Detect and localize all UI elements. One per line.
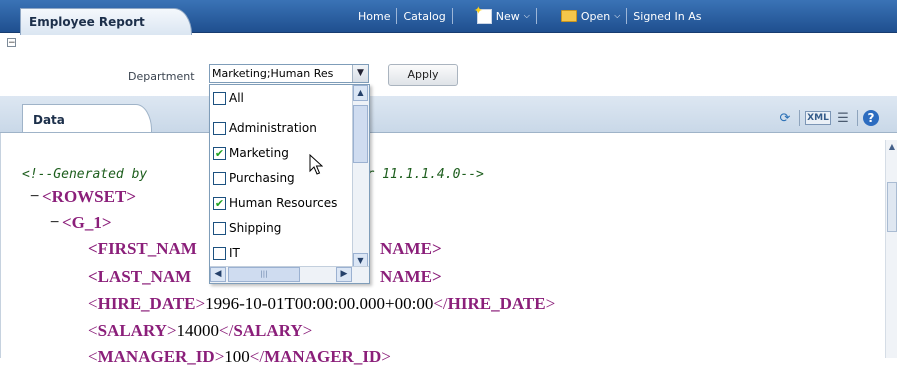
new-menu-label: New [495, 9, 520, 23]
home-link[interactable]: Home [352, 10, 396, 23]
report-title: Employee Report [29, 15, 145, 29]
signed-in-label[interactable]: Signed In As [627, 10, 707, 23]
xml-comment-start: <!--Generated by [22, 167, 148, 182]
department-select[interactable]: Marketing;Human Res ▼ [209, 64, 369, 83]
catalog-link[interactable]: Catalog [397, 10, 451, 23]
collapse-rowset-icon[interactable]: − [30, 188, 39, 206]
option-human-resources[interactable]: ✔ Human Resources [213, 193, 337, 213]
chevron-down-icon: ⌵ [614, 11, 621, 20]
nav-divider [451, 8, 453, 24]
checkbox-it[interactable] [213, 246, 226, 260]
report-title-tab: Employee Report [20, 8, 192, 35]
checkbox-purchasing[interactable] [213, 171, 226, 185]
xml-first-name-line: <FIRST_NAM [88, 239, 197, 258]
apply-button[interactable]: Apply [388, 64, 458, 86]
xml-hire-date-line: <HIRE_DATE>1996-10-01T00:00:00.000+00:00… [88, 294, 556, 313]
option-purchasing-label: Purchasing [229, 171, 295, 185]
option-all[interactable]: All [213, 88, 244, 108]
xml-last-name-line: <LAST_NAM [88, 267, 192, 286]
xml-first-name-line-end: NAME> [380, 239, 442, 258]
dropdown-vertical-scrollbar[interactable]: ▲ ▼ [352, 85, 369, 269]
scroll-right-icon[interactable]: ▶ [336, 267, 352, 282]
option-it-label: IT [229, 246, 240, 260]
option-all-label: All [229, 91, 244, 105]
xml-export-icon[interactable]: XML [805, 111, 831, 125]
xml-salary-line: <SALARY>14000</SALARY> [88, 321, 313, 340]
checkbox-all[interactable] [213, 91, 226, 105]
scroll-left-icon[interactable]: ◀ [210, 267, 226, 282]
department-label: Department [128, 70, 195, 83]
checkbox-administration[interactable] [213, 121, 226, 135]
open-menu[interactable]: Open ⌵ [555, 10, 626, 23]
collapse-toggle-icon[interactable]: − [7, 38, 16, 48]
dropdown-hscroll-thumb[interactable]: ||| [228, 267, 300, 282]
collapse-g1-icon[interactable]: − [50, 214, 59, 232]
tab-data-label: Data [33, 113, 65, 127]
option-marketing-label: Marketing [229, 146, 289, 160]
content-scrollbar[interactable]: ▲ [885, 140, 897, 358]
toolbar-divider [857, 110, 858, 126]
dropdown-horizontal-scrollbar[interactable]: ◀ ||| ▶ [210, 266, 369, 283]
folder-icon [560, 10, 577, 22]
open-menu-label: Open [580, 9, 611, 23]
option-shipping[interactable]: Shipping [213, 218, 281, 238]
checkbox-marketing[interactable]: ✔ [213, 146, 226, 160]
option-purchasing[interactable]: Purchasing [213, 168, 295, 188]
department-select-value: Marketing;Human Res [212, 67, 334, 80]
toolbar-divider [799, 110, 800, 126]
option-administration-label: Administration [229, 121, 317, 135]
tab-data[interactable]: Data [22, 104, 152, 132]
xml-manager-line: <MANAGER_ID>100</MANAGER_ID> [88, 347, 391, 366]
chevron-down-icon[interactable]: ▼ [352, 65, 368, 82]
header-bar: Employee Report Home Catalog New ⌵ Open … [0, 0, 897, 35]
dropdown-scroll-thumb[interactable] [353, 105, 368, 163]
option-marketing[interactable]: ✔ Marketing [213, 143, 289, 163]
list-icon[interactable]: ☰ [834, 110, 852, 126]
chevron-down-icon: ⌵ [523, 11, 530, 20]
help-icon[interactable]: ? [863, 110, 879, 126]
new-document-icon [474, 4, 492, 24]
scroll-up-icon[interactable]: ▲ [353, 85, 368, 101]
checkbox-human-resources[interactable]: ✔ [213, 196, 226, 210]
view-toolbar: ⟳ XML ☰ ? [776, 110, 879, 126]
mouse-pointer-icon [309, 154, 323, 175]
xml-last-name-line-end: NAME> [380, 267, 442, 286]
option-it[interactable]: IT [213, 243, 240, 263]
option-shipping-label: Shipping [229, 221, 282, 235]
scrollbar-thumb[interactable] [887, 182, 897, 232]
checkbox-shipping[interactable] [213, 221, 226, 235]
option-human-resources-label: Human Resources [229, 196, 338, 210]
new-menu[interactable]: New ⌵ [471, 4, 536, 24]
top-nav: Home Catalog New ⌵ Open ⌵ Signed In As [352, 4, 708, 24]
refresh-icon[interactable]: ⟳ [776, 110, 794, 126]
department-dropdown-list[interactable]: All Administration ✔ Marketing Purchasin… [209, 84, 370, 284]
nav-divider [535, 8, 537, 24]
option-administration[interactable]: Administration [213, 118, 317, 138]
xml-g1-open: <G_1> [62, 213, 112, 232]
xml-rowset-open: <ROWSET> [42, 187, 137, 206]
scroll-up-icon[interactable]: ▲ [887, 142, 897, 154]
